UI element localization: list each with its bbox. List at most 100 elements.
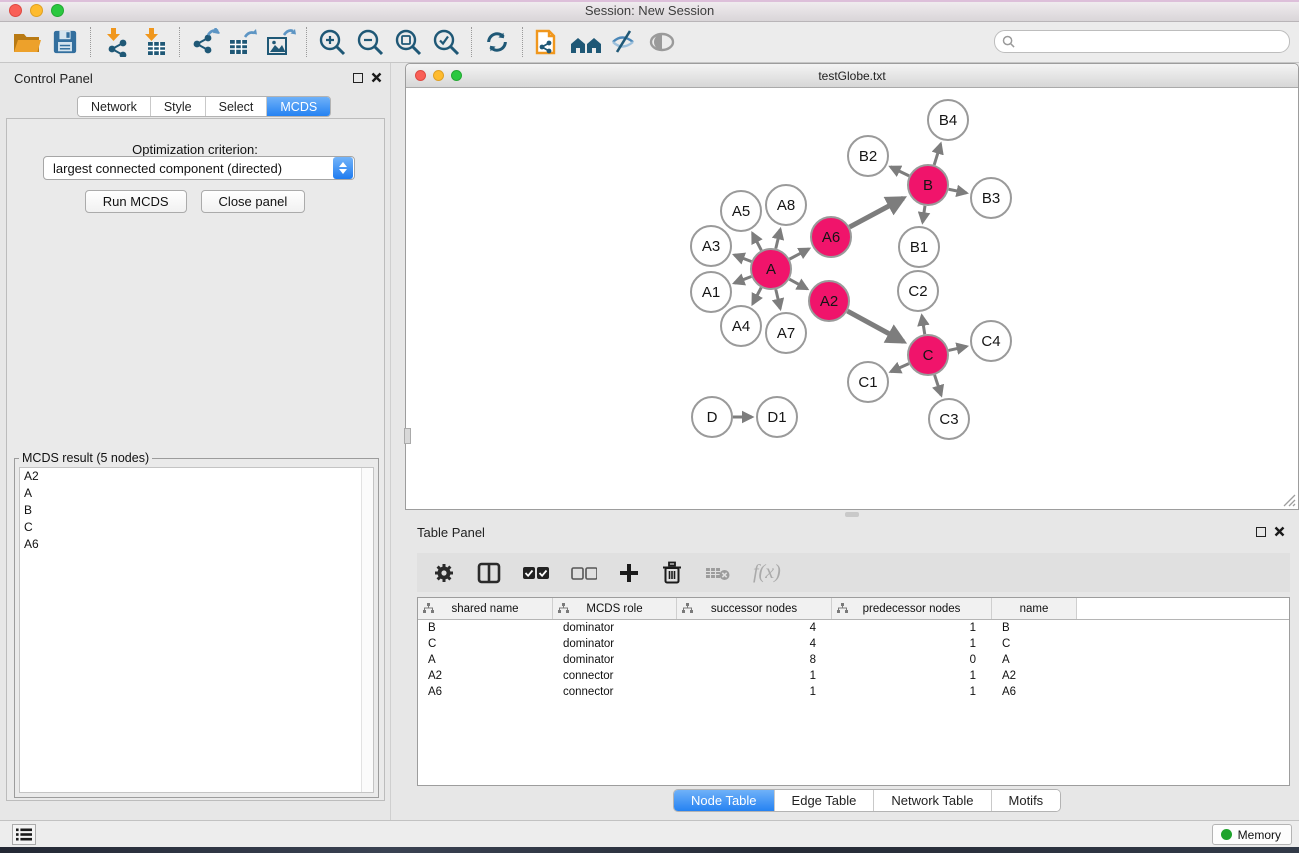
zoom-out-button[interactable] [351, 25, 389, 59]
close-panel-icon[interactable] [371, 72, 382, 83]
tab-mcds[interactable]: MCDS [267, 97, 330, 116]
graph-edge-A-A2[interactable] [789, 279, 807, 289]
cell-name[interactable]: C [992, 638, 1077, 650]
cell-predecessor-nodes[interactable]: 1 [832, 622, 992, 634]
resize-grip[interactable] [1281, 492, 1296, 507]
cell-successor-nodes[interactable]: 1 [677, 670, 832, 682]
table-row[interactable]: A dominator 8 0 A [418, 652, 1289, 668]
graph-node-D[interactable]: D [692, 397, 732, 437]
network-canvas[interactable]: AA1A2A3A4A5A6A7A8BB1B2B3B4CC1C2C3C4DD1 [406, 88, 1298, 509]
graph-edge-C-C4[interactable] [948, 346, 966, 350]
graph-node-C[interactable]: C [908, 335, 948, 375]
cell-predecessor-nodes[interactable]: 1 [832, 638, 992, 650]
graph-edge-A-A5[interactable] [752, 233, 761, 250]
graph-node-A1[interactable]: A1 [691, 272, 731, 312]
tab-edge-table[interactable]: Edge Table [775, 790, 875, 811]
cell-predecessor-nodes[interactable]: 0 [832, 654, 992, 666]
graph-edge-A6-B[interactable] [850, 198, 904, 227]
column-header-successor-nodes[interactable]: successor nodes [677, 598, 832, 619]
cell-shared-name[interactable]: A2 [418, 670, 553, 682]
graph-edge-B-B2[interactable] [891, 167, 910, 176]
graph-node-B[interactable]: B [908, 165, 948, 205]
graph-edge-A-A4[interactable] [753, 288, 762, 304]
tab-style[interactable]: Style [151, 97, 206, 116]
float-panel-icon[interactable] [353, 73, 363, 83]
cell-mcds-role[interactable]: dominator [553, 654, 677, 666]
cell-successor-nodes[interactable]: 4 [677, 622, 832, 634]
cell-predecessor-nodes[interactable]: 1 [832, 686, 992, 698]
graph-node-A[interactable]: A [751, 249, 791, 289]
graph-node-A2[interactable]: A2 [809, 281, 849, 321]
graph-node-B4[interactable]: B4 [928, 100, 968, 140]
graph-node-C1[interactable]: C1 [848, 362, 888, 402]
new-network-from-selection-button[interactable] [529, 25, 567, 59]
select-all-button[interactable] [523, 566, 549, 580]
graph-edge-B-B4[interactable] [934, 144, 940, 165]
splitter-handle[interactable] [845, 512, 859, 517]
graph-node-C3[interactable]: C3 [929, 399, 969, 439]
show-hidden-button[interactable] [643, 25, 681, 59]
cell-name[interactable]: A2 [992, 670, 1077, 682]
export-image-button[interactable] [262, 25, 300, 59]
cell-predecessor-nodes[interactable]: 1 [832, 670, 992, 682]
show-column-selector-button[interactable] [477, 562, 501, 584]
graph-node-B3[interactable]: B3 [971, 178, 1011, 218]
run-mcds-button[interactable]: Run MCDS [85, 190, 187, 213]
tab-motifs[interactable]: Motifs [992, 790, 1061, 811]
tab-node-table[interactable]: Node Table [674, 790, 775, 811]
refresh-view-button[interactable] [478, 25, 516, 59]
cell-shared-name[interactable]: A6 [418, 686, 553, 698]
graph-edge-C-C2[interactable] [922, 316, 925, 335]
list-item[interactable]: B [20, 502, 373, 519]
export-table-button[interactable] [224, 25, 262, 59]
search-field[interactable] [994, 30, 1290, 53]
graph-edge-A-A8[interactable] [776, 229, 781, 248]
memory-button[interactable]: Memory [1212, 824, 1292, 845]
graph-edge-B-B3[interactable] [949, 189, 967, 193]
graph-node-A8[interactable]: A8 [766, 185, 806, 225]
cell-name[interactable]: B [992, 622, 1077, 634]
cell-successor-nodes[interactable]: 1 [677, 686, 832, 698]
graph-node-B1[interactable]: B1 [899, 227, 939, 267]
deselect-all-button[interactable] [571, 566, 597, 580]
criterion-select[interactable]: largest connected component (directed) [43, 156, 355, 180]
table-row[interactable]: A6 connector 1 1 A6 [418, 684, 1289, 700]
graph-edge-A-A1[interactable] [734, 277, 751, 284]
import-table-button[interactable] [135, 25, 173, 59]
close-panel-button[interactable]: Close panel [201, 190, 306, 213]
table-row[interactable]: A2 connector 1 1 A2 [418, 668, 1289, 684]
export-network-button[interactable] [186, 25, 224, 59]
graph-edge-A-A6[interactable] [790, 249, 809, 259]
cell-successor-nodes[interactable]: 4 [677, 638, 832, 650]
tab-network-table[interactable]: Network Table [874, 790, 991, 811]
splitter-handle[interactable] [404, 428, 411, 444]
graph-node-A7[interactable]: A7 [766, 313, 806, 353]
column-header-predecessor-nodes[interactable]: predecessor nodes [832, 598, 992, 619]
cell-mcds-role[interactable]: connector [553, 686, 677, 698]
graph-node-A5[interactable]: A5 [721, 191, 761, 231]
cell-mcds-role[interactable]: dominator [553, 638, 677, 650]
search-input[interactable] [1015, 35, 1289, 49]
column-header-mcds-role[interactable]: MCDS role [553, 598, 677, 619]
graph-node-A6[interactable]: A6 [811, 217, 851, 257]
cell-shared-name[interactable]: C [418, 638, 553, 650]
cell-mcds-role[interactable]: connector [553, 670, 677, 682]
table-row[interactable]: C dominator 4 1 C [418, 636, 1289, 652]
zoom-fit-button[interactable] [389, 25, 427, 59]
list-item[interactable]: A [20, 485, 373, 502]
scrollbar-track[interactable] [361, 468, 373, 792]
column-header-name[interactable]: name [992, 598, 1077, 619]
table-row[interactable]: B dominator 4 1 B [418, 620, 1289, 636]
graph-edge-C-C3[interactable] [935, 375, 942, 395]
cell-shared-name[interactable]: B [418, 622, 553, 634]
zoom-selected-button[interactable] [427, 25, 465, 59]
cell-name[interactable]: A [992, 654, 1077, 666]
delete-columns-button[interactable] [661, 561, 683, 585]
tab-select[interactable]: Select [206, 97, 268, 116]
cell-successor-nodes[interactable]: 8 [677, 654, 832, 666]
graph-edge-A2-C[interactable] [847, 311, 903, 342]
graph-node-A4[interactable]: A4 [721, 306, 761, 346]
table-settings-button[interactable] [433, 562, 455, 584]
graph-edge-C-C1[interactable] [891, 364, 909, 372]
graph-edge-A-A7[interactable] [776, 289, 781, 308]
